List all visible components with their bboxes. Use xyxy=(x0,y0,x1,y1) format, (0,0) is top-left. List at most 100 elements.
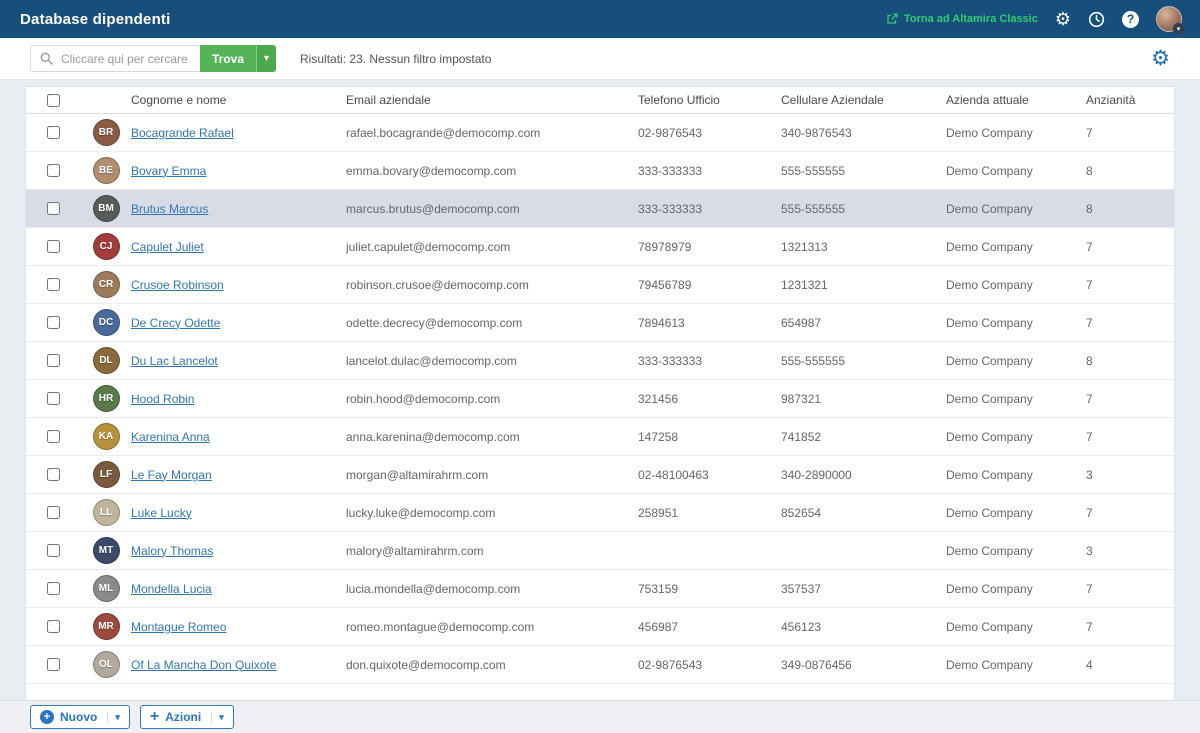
cell-company: Demo Company xyxy=(946,278,1086,292)
row-checkbox[interactable] xyxy=(47,620,60,633)
employee-avatar[interactable]: LL xyxy=(93,499,120,526)
employee-avatar[interactable]: LF xyxy=(93,461,120,488)
row-checkbox[interactable] xyxy=(47,354,60,367)
employee-name-link[interactable]: Karenina Anna xyxy=(131,430,210,444)
employee-name-link[interactable]: Bovary Emma xyxy=(131,164,206,178)
employee-avatar[interactable]: ML xyxy=(93,575,120,602)
employee-name-link[interactable]: Crusoe Robinson xyxy=(131,278,224,292)
employee-name-link[interactable]: Luke Lucky xyxy=(131,506,192,520)
settings-gear-icon[interactable]: ⚙ xyxy=(1055,10,1071,28)
column-header-office-phone[interactable]: Telefono Ufficio xyxy=(638,93,781,107)
employee-name-link[interactable]: De Crecy Odette xyxy=(131,316,220,330)
cell-email: anna.karenina@democomp.com xyxy=(346,430,638,444)
actions-button-label: Azioni xyxy=(165,710,201,724)
cell-mobile-phone: 987321 xyxy=(781,392,946,406)
table-settings-gear-icon[interactable]: ⚙ xyxy=(1151,48,1170,69)
table-row: MT Malory Thomas malory@altamirahrm.com … xyxy=(26,532,1174,570)
table-row: KA Karenina Anna anna.karenina@democomp.… xyxy=(26,418,1174,456)
row-checkbox[interactable] xyxy=(47,316,60,329)
cell-mobile-phone: 654987 xyxy=(781,316,946,330)
cell-mobile-phone: 340-9876543 xyxy=(781,126,946,140)
column-header-company[interactable]: Azienda attuale xyxy=(946,93,1086,107)
employee-avatar[interactable]: CJ xyxy=(93,233,120,260)
row-checkbox[interactable] xyxy=(47,506,60,519)
cell-company: Demo Company xyxy=(946,658,1086,672)
employee-avatar[interactable]: KA xyxy=(93,423,120,450)
column-header-mobile-phone[interactable]: Cellulare Aziendale xyxy=(781,93,946,107)
cell-company: Demo Company xyxy=(946,506,1086,520)
employee-name-link[interactable]: Bocagrande Rafael xyxy=(131,126,234,140)
cell-mobile-phone: 741852 xyxy=(781,430,946,444)
row-checkbox[interactable] xyxy=(47,430,60,443)
employee-avatar[interactable]: DL xyxy=(93,347,120,374)
employee-name-link[interactable]: Mondella Lucia xyxy=(131,582,212,596)
employee-name-link[interactable]: Capulet Juliet xyxy=(131,240,204,254)
row-checkbox[interactable] xyxy=(47,392,60,405)
cell-mobile-phone: 852654 xyxy=(781,506,946,520)
bottom-action-bar: + Nuovo ▾ + Azioni ▾ xyxy=(0,700,1200,733)
employee-avatar[interactable]: MR xyxy=(93,613,120,640)
select-all-checkbox[interactable] xyxy=(47,94,60,107)
row-checkbox[interactable] xyxy=(47,126,60,139)
find-button[interactable]: Trova ▾ xyxy=(200,45,276,72)
app-header: Database dipendenti Torna ad Altamira Cl… xyxy=(0,0,1200,38)
employee-name-link[interactable]: Du Lac Lancelot xyxy=(131,354,218,368)
table-row: OL Of La Mancha Don Quixote don.quixote@… xyxy=(26,646,1174,684)
cell-mobile-phone: 456123 xyxy=(781,620,946,634)
user-avatar[interactable]: ▾ xyxy=(1156,6,1182,32)
table-row: ML Mondella Lucia lucia.mondella@democom… xyxy=(26,570,1174,608)
cell-seniority: 7 xyxy=(1086,392,1175,406)
help-icon[interactable]: ? xyxy=(1122,11,1139,28)
table-row: HR Hood Robin robin.hood@democomp.com 32… xyxy=(26,380,1174,418)
employee-avatar[interactable]: BM xyxy=(93,195,120,222)
search-toolbar: Trova ▾ Risultati: 23. Nessun filtro imp… xyxy=(0,38,1200,80)
employee-avatar[interactable]: DC xyxy=(93,309,120,336)
table-row: DL Du Lac Lancelot lancelot.dulac@democo… xyxy=(26,342,1174,380)
row-checkbox[interactable] xyxy=(47,164,60,177)
employee-avatar[interactable]: OL xyxy=(93,651,120,678)
cell-email: malory@altamirahrm.com xyxy=(346,544,638,558)
back-to-classic-link[interactable]: Torna ad Altamira Classic xyxy=(886,13,1038,25)
row-checkbox[interactable] xyxy=(47,240,60,253)
cell-office-phone: 753159 xyxy=(638,582,781,596)
column-header-seniority[interactable]: Anzianità xyxy=(1086,93,1175,107)
employee-avatar[interactable]: MT xyxy=(93,537,120,564)
find-button-label: Trova xyxy=(200,45,256,72)
new-button[interactable]: + Nuovo ▾ xyxy=(30,705,130,729)
employee-name-link[interactable]: Le Fay Morgan xyxy=(131,468,212,482)
cell-seniority: 7 xyxy=(1086,316,1175,330)
column-header-name[interactable]: Cognome e nome xyxy=(131,93,346,107)
cell-seniority: 7 xyxy=(1086,582,1175,596)
row-checkbox[interactable] xyxy=(47,582,60,595)
row-checkbox[interactable] xyxy=(47,544,60,557)
actions-button[interactable]: + Azioni ▾ xyxy=(140,705,234,729)
employee-avatar[interactable]: BE xyxy=(93,157,120,184)
new-plus-icon: + xyxy=(40,710,54,724)
employee-name-link[interactable]: Of La Mancha Don Quixote xyxy=(131,658,276,672)
cell-company: Demo Company xyxy=(946,240,1086,254)
employee-avatar[interactable]: BR xyxy=(93,119,120,146)
cell-office-phone: 258951 xyxy=(638,506,781,520)
row-checkbox[interactable] xyxy=(47,658,60,671)
employee-avatar[interactable]: HR xyxy=(93,385,120,412)
cell-email: marcus.brutus@democomp.com xyxy=(346,202,638,216)
column-header-email[interactable]: Email aziendale xyxy=(346,93,638,107)
cell-company: Demo Company xyxy=(946,582,1086,596)
row-checkbox[interactable] xyxy=(47,278,60,291)
cell-seniority: 7 xyxy=(1086,126,1175,140)
employee-name-link[interactable]: Malory Thomas xyxy=(131,544,213,558)
cell-email: odette.decrecy@democomp.com xyxy=(346,316,638,330)
cell-email: robin.hood@democomp.com xyxy=(346,392,638,406)
employee-name-link[interactable]: Hood Robin xyxy=(131,392,194,406)
find-dropdown-chevron-icon[interactable]: ▾ xyxy=(256,45,276,72)
employee-name-link[interactable]: Brutus Marcus xyxy=(131,202,208,216)
employee-name-link[interactable]: Montague Romeo xyxy=(131,620,226,634)
cell-office-phone: 02-9876543 xyxy=(638,658,781,672)
row-checkbox[interactable] xyxy=(47,468,60,481)
table-row: CR Crusoe Robinson robinson.crusoe@democ… xyxy=(26,266,1174,304)
row-checkbox[interactable] xyxy=(47,202,60,215)
employee-avatar[interactable]: CR xyxy=(93,271,120,298)
search-input[interactable] xyxy=(30,45,200,72)
history-clock-icon[interactable] xyxy=(1088,11,1105,28)
cell-email: romeo.montague@democomp.com xyxy=(346,620,638,634)
